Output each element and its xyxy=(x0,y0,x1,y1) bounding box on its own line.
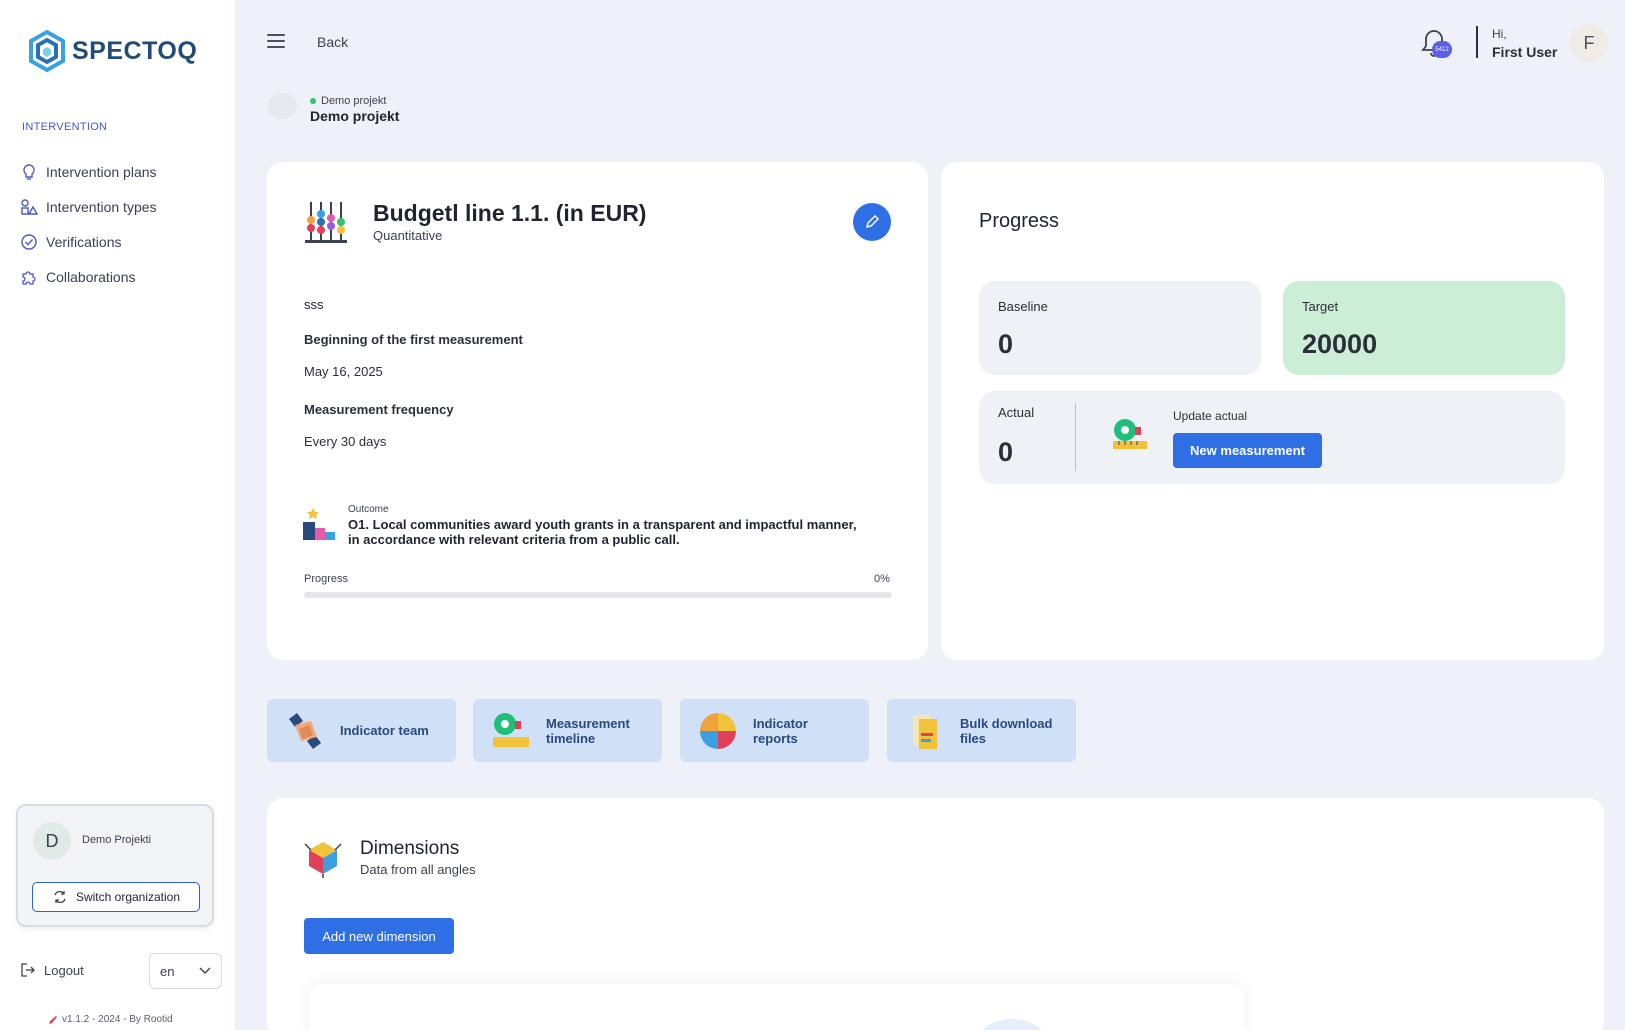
dimensions-subtitle: Data from all angles xyxy=(360,862,476,877)
baseline-value: 0 xyxy=(998,329,1014,359)
dimensions-title: Dimensions xyxy=(360,838,460,859)
sidebar-item-verifications[interactable]: Verifications xyxy=(20,224,157,259)
outcome-text: O1. Local communities award youth grants… xyxy=(348,517,857,547)
actual-box: Actual 0 Update actual New measurement xyxy=(979,391,1565,484)
status-dot xyxy=(310,98,316,104)
lightbulb-icon xyxy=(23,163,35,180)
logout-link[interactable]: Logout xyxy=(20,962,84,978)
project-status-label: Demo projekt xyxy=(321,95,387,107)
sidebar-item-collaborations[interactable]: Collaborations xyxy=(20,259,157,294)
puzzle-icon xyxy=(22,270,36,285)
tape-measure-icon xyxy=(1113,419,1147,449)
target-value: 20000 xyxy=(1302,329,1378,359)
language-value: en xyxy=(160,963,175,979)
tile-label: Indicator reports xyxy=(753,715,808,746)
indicator-title: Budgetl line 1.1. (in EUR) xyxy=(373,200,647,226)
dimensions-list-panel xyxy=(309,984,1244,1030)
tile-indicator-reports[interactable]: Indicator reports xyxy=(680,699,869,762)
tile-measurement-timeline[interactable]: Measurement timeline xyxy=(473,699,662,762)
check-circle-icon xyxy=(21,233,37,250)
tape-measure-icon xyxy=(493,713,529,747)
sidebar: SPECTOQ INTERVENTION Intervention plans … xyxy=(0,0,235,1030)
target-box: Target 20000 xyxy=(1283,281,1565,375)
first-measurement-value: May 16, 2025 xyxy=(304,364,383,379)
actual-divider xyxy=(1075,403,1076,471)
baseline-box: Baseline 0 xyxy=(979,281,1261,375)
indicator-card: Budgetl line 1.1. (in EUR) Quantitative … xyxy=(267,162,928,660)
rocket-icon xyxy=(49,1015,57,1024)
handshake-icon xyxy=(289,713,321,749)
chevron-down-icon xyxy=(199,967,211,974)
project-thumbnail xyxy=(267,93,297,119)
sidebar-item-label: Intervention plans xyxy=(46,163,157,180)
user-name: First User xyxy=(1492,44,1558,60)
logo[interactable]: SPECTOQ xyxy=(28,30,197,72)
outcome-label: Outcome xyxy=(348,504,389,515)
header-divider xyxy=(1476,26,1478,58)
pie-chart-icon xyxy=(700,713,736,749)
indicator-type: Quantitative xyxy=(373,228,443,243)
logout-label: Logout xyxy=(44,962,84,978)
progress-label: Progress xyxy=(304,573,349,585)
notification-badge: 5412 xyxy=(1432,41,1452,58)
sidebar-item-label: Collaborations xyxy=(46,268,136,285)
tile-label: Bulk download files xyxy=(960,715,1053,746)
tile-label: Measurement timeline xyxy=(546,715,630,746)
sidebar-item-label: Verifications xyxy=(46,233,122,250)
project-name[interactable]: Demo projekt xyxy=(310,108,399,124)
frequency-label: Measurement frequency xyxy=(304,402,454,417)
version-text: v1.1.2 - 2024 - By Rootid xyxy=(62,1014,173,1025)
tile-label: Indicator team xyxy=(340,723,429,738)
logout-icon xyxy=(21,963,35,977)
switch-organization-button[interactable]: Switch organization xyxy=(32,882,200,912)
empty-state-illustration xyxy=(982,1019,1042,1030)
dimensions-card: Dimensions Data from all angles Add new … xyxy=(267,798,1604,1030)
menu-toggle-icon[interactable] xyxy=(267,34,285,52)
edit-indicator-button[interactable] xyxy=(853,203,891,241)
tile-indicator-team[interactable]: Indicator team xyxy=(267,699,456,762)
actual-value: 0 xyxy=(998,437,1014,467)
language-select[interactable]: en xyxy=(149,953,222,989)
cube-icon xyxy=(304,842,342,878)
greeting-hi: Hi, xyxy=(1492,27,1507,41)
update-actual-label: Update actual xyxy=(1173,409,1248,423)
shapes-icon xyxy=(21,198,38,215)
nav-section-label: INTERVENTION xyxy=(22,121,108,133)
organization-name: Demo Projekti xyxy=(82,834,152,846)
actual-label: Actual xyxy=(998,405,1035,420)
podium-icon xyxy=(303,508,335,540)
target-label: Target xyxy=(1302,299,1339,314)
progress-title: Progress xyxy=(979,210,1060,232)
progress-card: Progress Baseline 0 Target 20000 Actual … xyxy=(941,162,1604,660)
sidebar-item-intervention-plans[interactable]: Intervention plans xyxy=(20,154,157,189)
progress-bar xyxy=(304,592,892,598)
logo-hexagon-icon xyxy=(29,30,65,72)
sidebar-item-label: Intervention types xyxy=(46,198,157,215)
progress-percent: 0% xyxy=(874,573,890,585)
logo-text: SPECTOQ xyxy=(72,36,198,65)
indicator-description: sss xyxy=(304,297,324,312)
project-status: Demo projekt xyxy=(310,95,386,107)
nav-list: Intervention plans Intervention types Ve… xyxy=(20,154,157,294)
version-info: v1.1.2 - 2024 - By Rootid xyxy=(48,1014,173,1025)
first-measurement-label: Beginning of the first measurement xyxy=(304,332,523,347)
new-measurement-button[interactable]: New measurement xyxy=(1173,433,1322,468)
sidebar-item-intervention-types[interactable]: Intervention types xyxy=(20,189,157,224)
organization-avatar: D xyxy=(33,822,71,860)
back-link[interactable]: Back xyxy=(317,34,348,50)
organization-card: D Demo Projekti Switch organization xyxy=(16,804,214,927)
add-new-dimension-button[interactable]: Add new dimension xyxy=(304,918,454,954)
switch-icon xyxy=(54,890,66,904)
files-icon xyxy=(913,715,937,749)
tile-bulk-download-files[interactable]: Bulk download files xyxy=(887,699,1076,762)
pencil-icon xyxy=(865,214,880,229)
baseline-label: Baseline xyxy=(998,299,1048,314)
abacus-icon xyxy=(305,202,347,243)
frequency-value: Every 30 days xyxy=(304,434,387,449)
user-avatar[interactable]: F xyxy=(1570,24,1608,62)
switch-organization-label: Switch organization xyxy=(75,890,181,904)
